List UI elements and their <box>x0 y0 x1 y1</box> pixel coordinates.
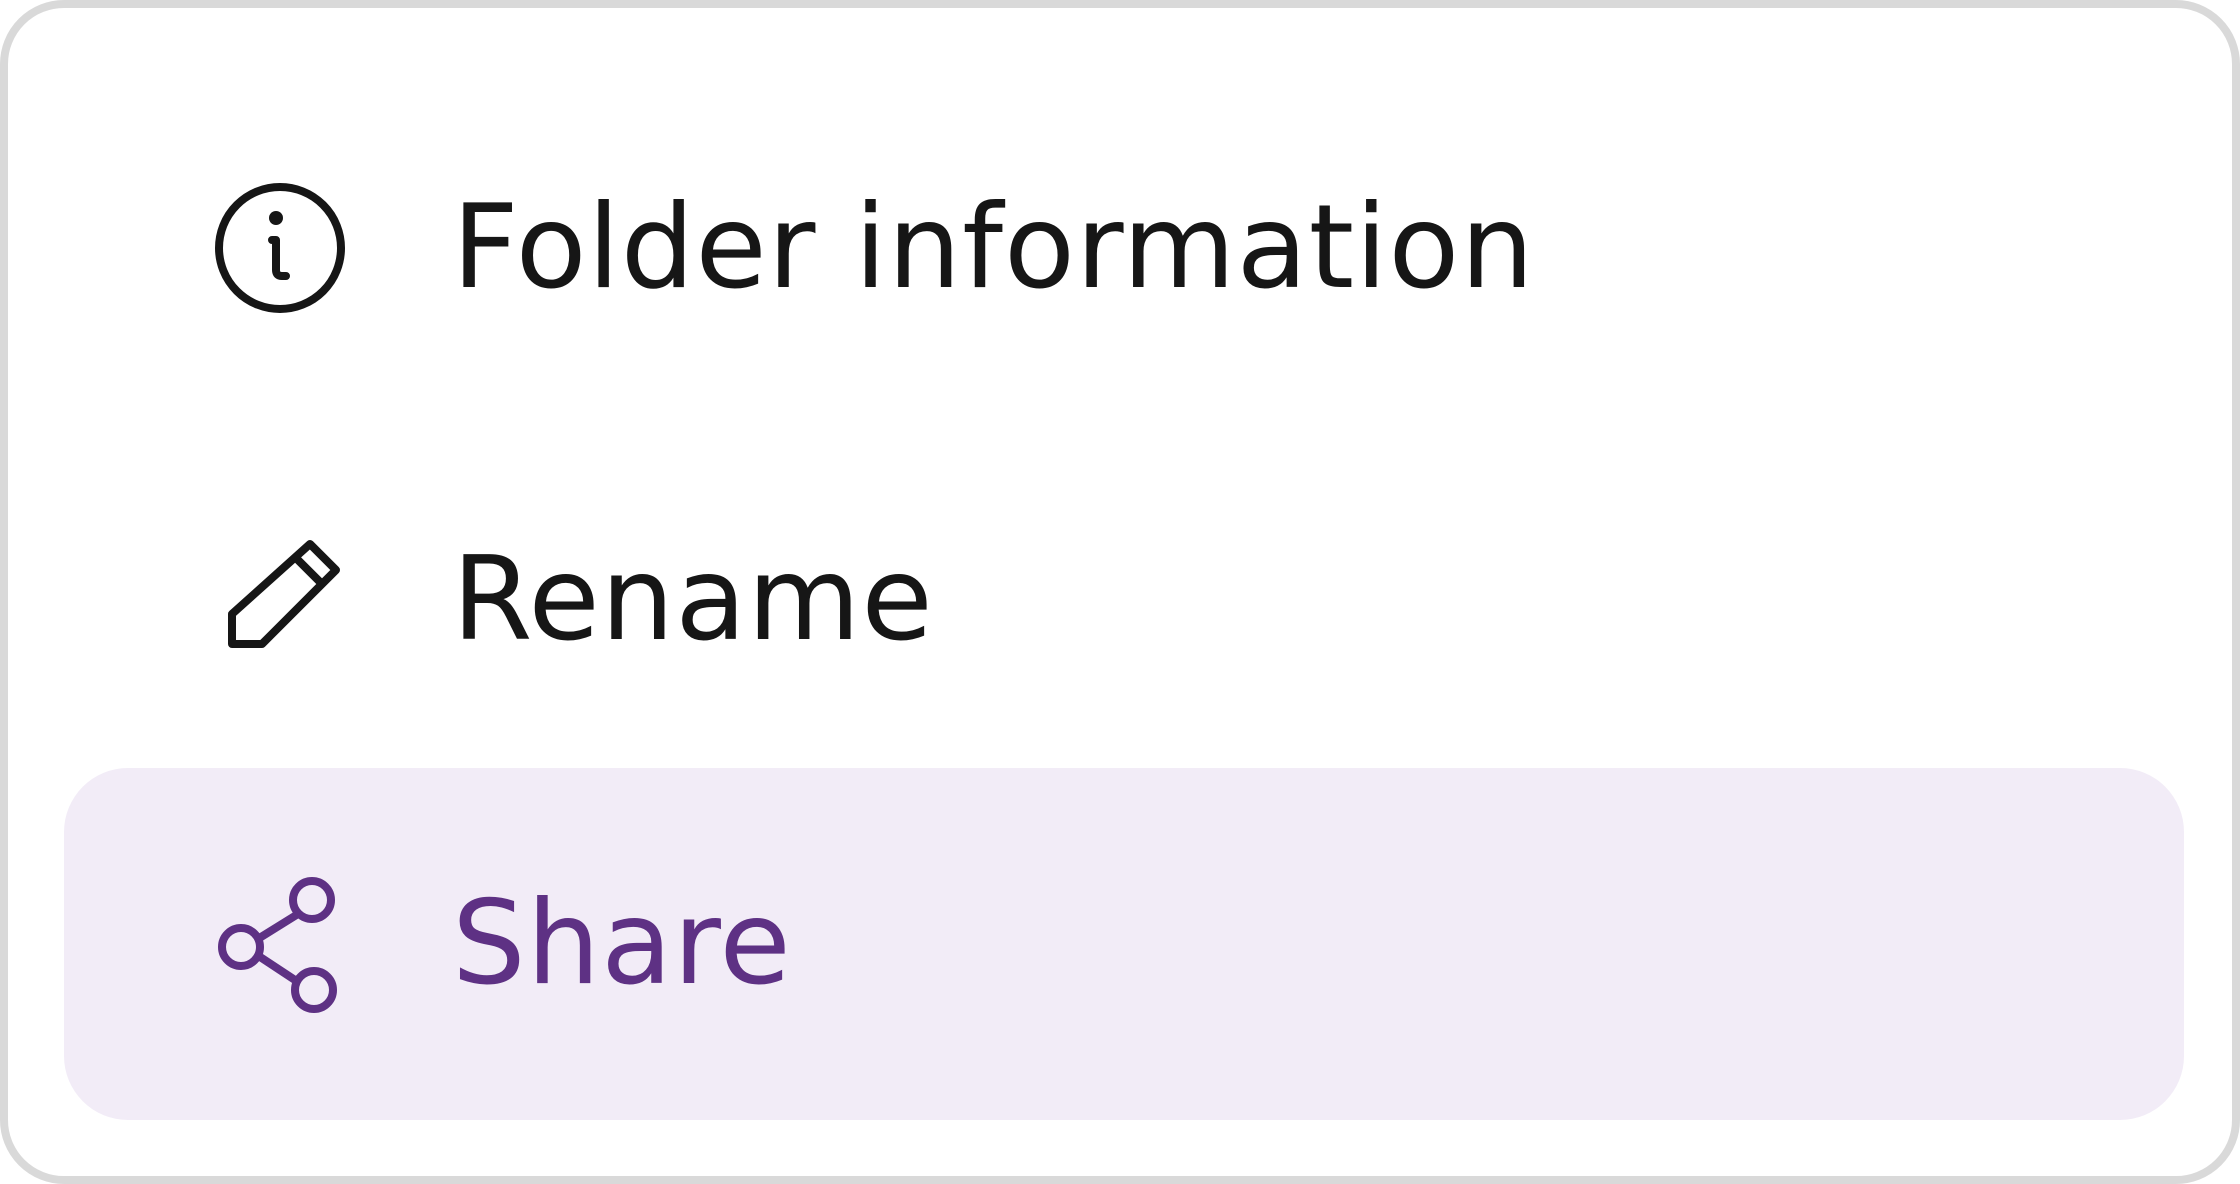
menu-item-folder-information[interactable]: Folder information <box>64 72 2184 424</box>
menu-item-label: Rename <box>452 532 934 667</box>
menu-item-label: Folder information <box>452 180 1535 315</box>
menu-item-rename[interactable]: Rename <box>64 424 2184 776</box>
pencil-icon <box>208 528 352 672</box>
share-icon <box>208 872 352 1016</box>
menu-item-share[interactable]: Share <box>64 768 2184 1120</box>
info-icon <box>208 176 352 320</box>
context-menu: Folder information Rename Share <box>0 0 2240 1184</box>
menu-item-label: Share <box>452 876 792 1011</box>
